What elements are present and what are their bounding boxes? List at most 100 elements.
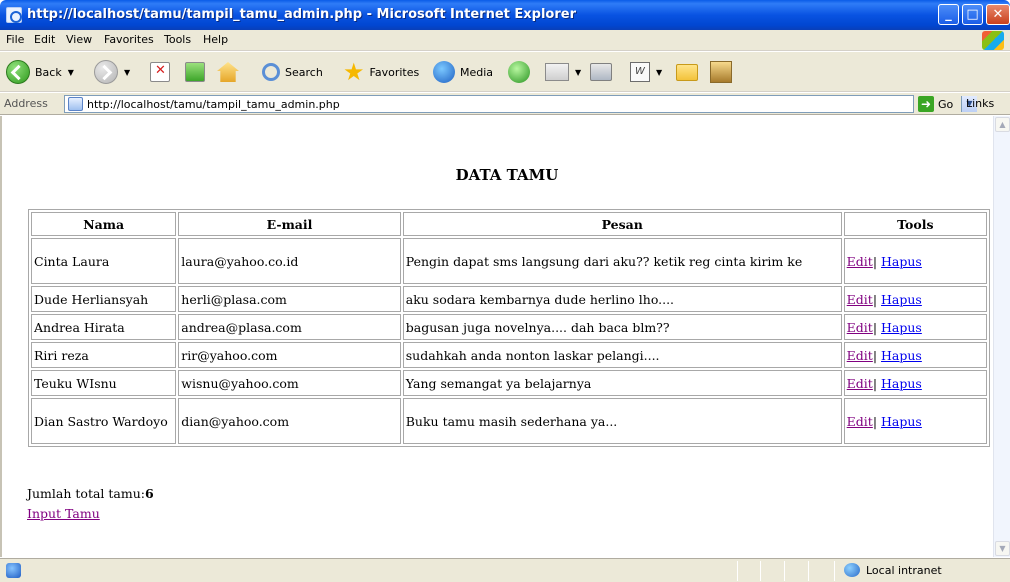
scroll-up-icon[interactable]: ▲ [995, 117, 1010, 132]
cell-email: rir@yahoo.com [178, 342, 401, 368]
total-label: Jumlah total tamu: [27, 486, 145, 501]
cell-pesan: bagusan juga novelnya.... dah baca blm?? [402, 314, 842, 340]
input-tamu-link[interactable]: Input Tamu [27, 506, 100, 521]
forward-arrow-icon [94, 60, 118, 84]
table-row: Teuku WIsnu wisnu@yahoo.com Yang semanga… [31, 370, 987, 396]
home-icon [217, 62, 239, 82]
menu-tools[interactable]: Tools [164, 33, 191, 46]
menu-bar: File Edit View Favorites Tools Help [0, 30, 1010, 51]
mail-button[interactable]: ▼ [545, 58, 581, 86]
go-button[interactable]: ➜ Go [918, 96, 953, 112]
column-header-email: E-mail [178, 212, 401, 236]
chevron-down-icon[interactable]: ▼ [575, 68, 581, 77]
cell-tools: Edit| Hapus [843, 314, 987, 340]
vertical-scrollbar[interactable]: ▲ ▼ [993, 116, 1010, 557]
toolbar: Back ▼ ▼ Search ★ Favorites Media ▼ W ▼ [0, 52, 1010, 92]
table-row: Riri reza rir@yahoo.com sudahkah anda no… [31, 342, 987, 368]
table-header-row: Nama E-mail Pesan Tools [31, 212, 987, 236]
scroll-down-icon[interactable]: ▼ [995, 541, 1010, 556]
maximize-button[interactable]: □ [962, 4, 983, 25]
edit-link[interactable]: Edit [847, 348, 873, 363]
stop-button[interactable] [150, 58, 170, 86]
links-button[interactable]: Links [966, 97, 994, 110]
cell-nama: Dude Herliansyah [31, 286, 177, 312]
edit-word-button[interactable]: W ▼ [630, 58, 662, 86]
windows-logo-icon [982, 31, 1004, 50]
link-separator: | [872, 347, 878, 363]
intranet-icon [844, 563, 860, 577]
edit-link[interactable]: Edit [847, 320, 873, 335]
refresh-button[interactable] [185, 58, 205, 86]
cell-nama: Teuku WIsnu [31, 370, 177, 396]
status-bar: Local intranet [0, 558, 1010, 582]
history-icon [508, 61, 530, 83]
chevron-down-icon[interactable]: ▼ [124, 68, 130, 77]
address-url[interactable]: http://localhost/tamu/tampil_tamu_admin.… [87, 98, 340, 111]
cell-tools: Edit| Hapus [843, 286, 987, 312]
window-title: http://localhost/tamu/tampil_tamu_admin.… [27, 7, 577, 22]
zone-label: Local intranet [866, 563, 942, 577]
search-button[interactable]: Search [262, 58, 323, 86]
go-label: Go [938, 97, 954, 111]
edit-link[interactable]: Edit [847, 254, 873, 269]
hapus-link[interactable]: Hapus [881, 376, 922, 391]
table-row: Andrea Hirata andrea@plasa.com bagusan j… [31, 314, 987, 340]
status-divider [834, 561, 835, 581]
page-title: DATA TAMU [455, 166, 559, 184]
address-input[interactable]: http://localhost/tamu/tampil_tamu_admin.… [64, 95, 977, 113]
chevron-down-icon[interactable]: ▼ [656, 68, 662, 77]
media-button[interactable]: Media [433, 58, 493, 86]
input-tamu-link-wrap: Input Tamu [27, 506, 100, 521]
cell-email: dian@yahoo.com [178, 398, 401, 444]
hapus-link[interactable]: Hapus [881, 320, 922, 335]
cell-email: andrea@plasa.com [178, 314, 401, 340]
address-label: Address [4, 97, 48, 110]
messenger-button[interactable] [710, 58, 732, 86]
ie-icon [6, 7, 22, 23]
total-value: 6 [144, 486, 154, 501]
favorites-button[interactable]: ★ Favorites [343, 58, 419, 86]
total-guests: Jumlah total tamu:6 [27, 486, 154, 501]
hapus-link[interactable]: Hapus [881, 348, 922, 363]
edit-link[interactable]: Edit [847, 414, 873, 429]
cell-tools: Edit| Hapus [843, 398, 987, 444]
favorites-label: Favorites [369, 65, 420, 79]
chevron-down-icon[interactable]: ▼ [68, 68, 74, 77]
cell-email: laura@yahoo.co.id [178, 238, 401, 284]
hapus-link[interactable]: Hapus [881, 414, 922, 429]
menu-file[interactable]: File [6, 33, 24, 46]
cell-tools: Edit| Hapus [843, 238, 987, 284]
close-button[interactable]: ✕ [986, 4, 1010, 25]
edit-link[interactable]: Edit [847, 376, 873, 391]
mail-icon [545, 63, 569, 81]
edit-link[interactable]: Edit [847, 292, 873, 307]
link-separator: | [872, 375, 878, 391]
page-status-icon [6, 563, 21, 578]
menu-view[interactable]: View [66, 33, 92, 46]
cell-email: wisnu@yahoo.com [178, 370, 401, 396]
cell-pesan: Pengin dapat sms langsung dari aku?? ket… [402, 238, 842, 284]
back-button[interactable]: Back ▼ [6, 58, 74, 86]
page-viewport: DATA TAMU Nama E-mail Pesan Tools Cinta … [0, 116, 1010, 557]
media-label: Media [460, 65, 494, 79]
status-divider [760, 561, 761, 581]
security-zone: Local intranet [844, 563, 942, 577]
history-button[interactable] [508, 58, 530, 86]
folder-button[interactable] [676, 58, 698, 86]
stop-icon [150, 62, 170, 82]
menu-favorites[interactable]: Favorites [104, 33, 154, 46]
print-button[interactable] [590, 58, 612, 86]
page-icon [68, 97, 83, 111]
minimize-button[interactable]: _ [938, 4, 959, 25]
column-header-tools: Tools [843, 212, 987, 236]
cell-pesan: Buku tamu masih sederhana ya... [402, 398, 842, 444]
forward-button[interactable]: ▼ [94, 58, 130, 86]
title-bar: http://localhost/tamu/tampil_tamu_admin.… [0, 0, 1010, 30]
hapus-link[interactable]: Hapus [881, 254, 922, 269]
menu-help[interactable]: Help [203, 33, 228, 46]
hapus-link[interactable]: Hapus [881, 292, 922, 307]
messenger-icon [710, 61, 732, 83]
menu-edit[interactable]: Edit [34, 33, 55, 46]
home-button[interactable] [217, 58, 239, 86]
search-icon [262, 63, 280, 81]
